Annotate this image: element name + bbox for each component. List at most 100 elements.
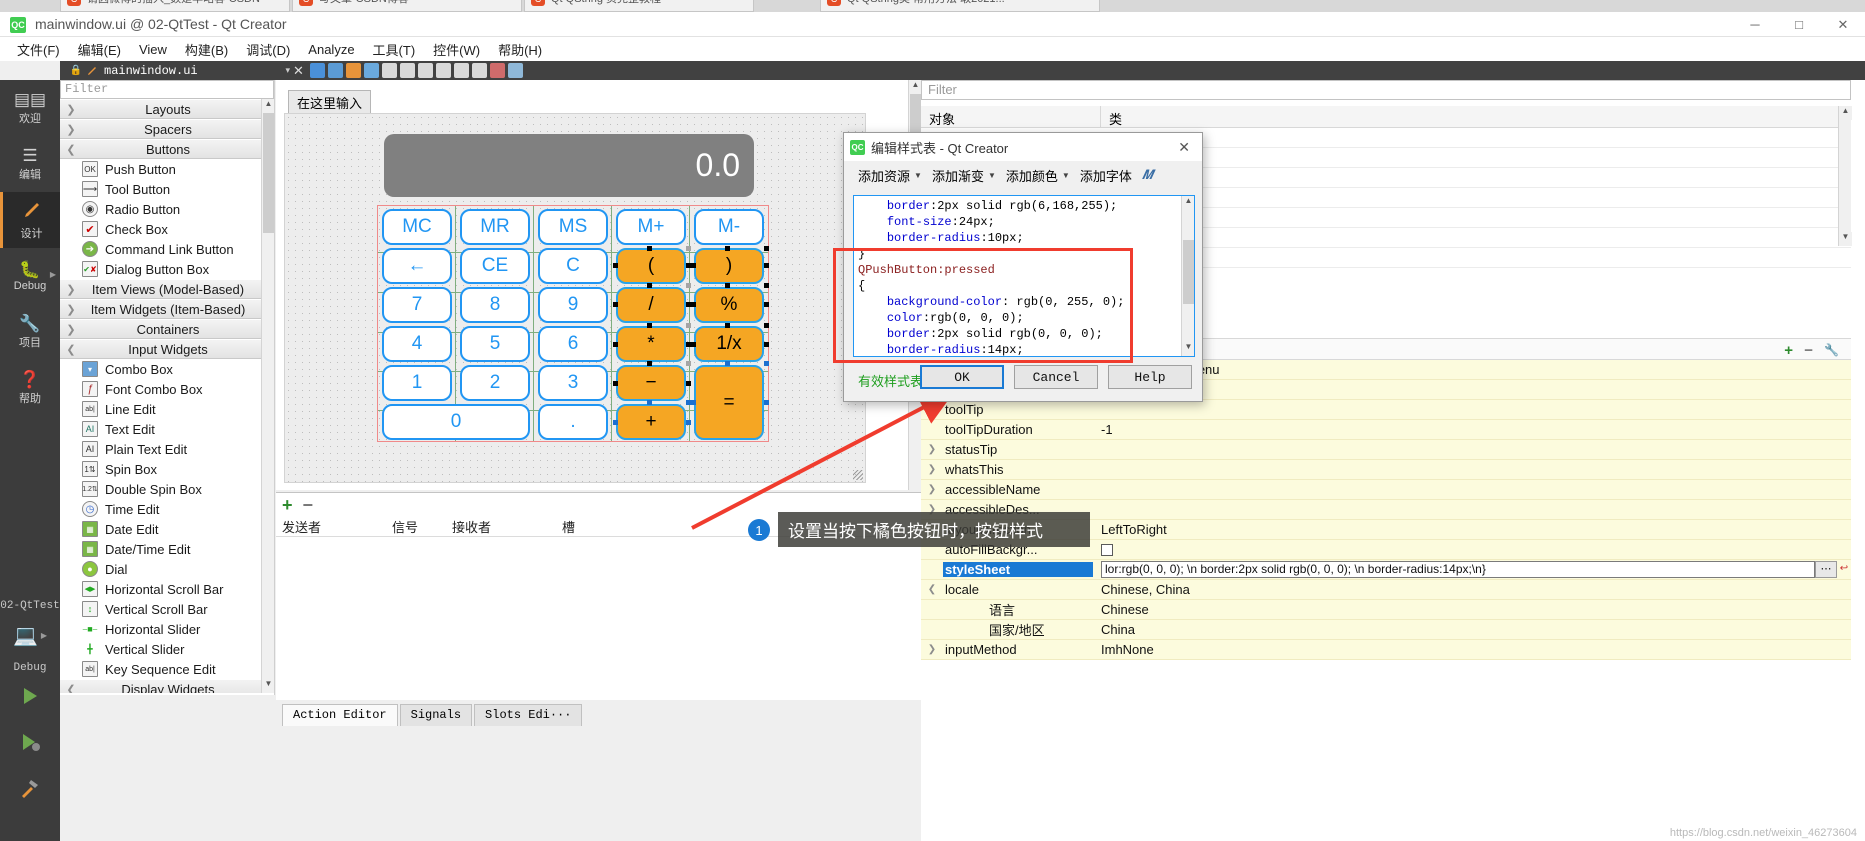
calc-button-lparen[interactable]: (: [616, 248, 686, 284]
widget-item-double-spin-box[interactable]: 1.2⇅ Double Spin Box: [60, 479, 274, 499]
object-inspector-filter-input[interactable]: Filter: [921, 80, 1851, 100]
calc-button-4[interactable]: 4: [382, 326, 452, 362]
widget-item-font-combo-box[interactable]: ƒ Font Combo Box: [60, 379, 274, 399]
stylesheet-value-input[interactable]: lor:rgb(0, 0, 0); \n border:2px solid rg…: [1101, 561, 1815, 578]
cancel-button[interactable]: Cancel: [1014, 365, 1098, 389]
calc-button-mr[interactable]: MR: [460, 209, 530, 245]
widget-item-dial[interactable]: ● Dial: [60, 559, 274, 579]
calc-button-mminus[interactable]: M-: [694, 209, 764, 245]
widget-item-date-edit[interactable]: ▦ Date Edit: [60, 519, 274, 539]
calc-button-rparen[interactable]: ): [694, 248, 764, 284]
ok-button[interactable]: OK: [920, 365, 1004, 389]
checkbox[interactable]: [1101, 544, 1113, 556]
calc-button-c[interactable]: C: [538, 248, 608, 284]
tab-action-editor[interactable]: Action Editor: [282, 704, 398, 726]
calc-button-6[interactable]: 6: [538, 326, 608, 362]
chevron-down-icon[interactable]: ▼: [988, 171, 996, 180]
close-icon[interactable]: ✕: [1172, 139, 1196, 156]
property-value[interactable]: ImhNone: [1093, 642, 1851, 657]
property-value[interactable]: [1093, 382, 1851, 397]
layout-splitter-h-icon[interactable]: [418, 63, 433, 78]
chevron-right-icon[interactable]: ❯: [60, 303, 82, 316]
widget-item-plain-text-edit[interactable]: AI Plain Text Edit: [60, 439, 274, 459]
menu-edit[interactable]: 编辑(E): [69, 37, 130, 62]
calc-button-plus[interactable]: +: [616, 404, 686, 440]
calc-button-3[interactable]: 3: [538, 365, 608, 401]
calc-button-reciprocal[interactable]: 1/x: [694, 326, 764, 362]
layout-form-icon[interactable]: [454, 63, 469, 78]
menu-view[interactable]: View: [130, 39, 176, 60]
edit-tab-order-icon[interactable]: [364, 63, 379, 78]
widget-item-command-link-button[interactable]: ➔ Command Link Button: [60, 239, 274, 259]
widget-group-layouts[interactable]: ❯ Layouts: [60, 99, 274, 119]
form-background[interactable]: 0.0 MC MR MS M+ M- ← CE C ( ) 7 8 9 / %: [284, 113, 866, 483]
widget-item-radio-button[interactable]: ◉ Radio Button: [60, 199, 274, 219]
property-value[interactable]: -1: [1093, 422, 1851, 437]
widget-item-dialog-button-box[interactable]: ✔ ✘ Dialog Button Box: [60, 259, 274, 279]
scrollbar-thumb[interactable]: [263, 113, 274, 233]
property-value[interactable]: LeftToRight: [1093, 522, 1851, 537]
chevron-right-icon[interactable]: ❯: [60, 323, 82, 336]
run-debug-button[interactable]: [0, 720, 60, 766]
calc-button-multiply[interactable]: *: [616, 326, 686, 362]
calculator-display[interactable]: 0.0: [384, 134, 754, 197]
code-editor-scrollbar[interactable]: ▲ ▼: [1181, 196, 1194, 356]
help-button[interactable]: Help: [1108, 365, 1192, 389]
sidebar-item-design[interactable]: 设计: [0, 192, 60, 248]
close-icon[interactable]: \u2715: [251, 0, 282, 3]
menu-file[interactable]: 文件(F): [8, 37, 69, 62]
chevron-down-icon[interactable]: ❮: [921, 584, 943, 595]
wrench-icon[interactable]: 🔧: [1824, 343, 1839, 357]
calc-button-divide[interactable]: /: [616, 287, 686, 323]
layout-horizontal-icon[interactable]: [382, 63, 397, 78]
layout-grid-icon[interactable]: [472, 63, 487, 78]
calc-button-ce[interactable]: CE: [460, 248, 530, 284]
remove-property-button[interactable]: −: [1804, 342, 1813, 359]
menu-analyze[interactable]: Analyze: [299, 39, 363, 60]
scrollbar-thumb[interactable]: [1183, 240, 1194, 304]
chevron-right-icon[interactable]: ❯: [921, 644, 943, 655]
property-value[interactable]: Chinese, China: [1093, 582, 1851, 597]
browser-tab[interactable]: C Qt QString类 常用方法 取2021...: [820, 0, 1100, 12]
menu-widgets[interactable]: 控件(W): [424, 37, 489, 62]
widget-item-horizontal-slider[interactable]: ⎯■⎯ Horizontal Slider: [60, 619, 274, 639]
property-row-statustip[interactable]: ❯ statusTip: [921, 440, 1851, 460]
widget-item-tool-button[interactable]: ⟶ Tool Button: [60, 179, 274, 199]
chevron-down-icon[interactable]: ▾: [285, 65, 290, 76]
stylesheet-dialog[interactable]: QC 编辑样式表 - Qt Creator ✕ 添加资源 ▼ 添加渐变 ▼ 添加…: [843, 132, 1203, 402]
run-button[interactable]: [0, 674, 60, 720]
chevron-right-icon[interactable]: ❯: [60, 103, 82, 116]
form-editor-canvas[interactable]: 在这里输入 0.0 MC MR MS M+ M- ← CE C ( ) 7 8 …: [276, 80, 922, 490]
scroll-down-icon[interactable]: ▼: [262, 679, 274, 693]
widget-item-date-time-edit[interactable]: ▦ Date/Time Edit: [60, 539, 274, 559]
calc-button-5[interactable]: 5: [460, 326, 530, 362]
chevron-right-icon[interactable]: ❯: [60, 123, 82, 136]
sidebar-item-projects[interactable]: 🔧 项目: [0, 304, 60, 360]
widget-item-line-edit[interactable]: ab| Line Edit: [60, 399, 274, 419]
widget-group-item-widgets[interactable]: ❯ Item Widgets (Item-Based): [60, 299, 274, 319]
sidebar-item-welcome[interactable]: ▤▤ 欢迎: [0, 80, 60, 136]
property-row-language[interactable]: 语言 Chinese: [921, 600, 1851, 620]
chevron-right-icon[interactable]: ❯: [921, 444, 943, 455]
widget-item-horizontal-scroll-bar[interactable]: ◀▶ Horizontal Scroll Bar: [60, 579, 274, 599]
widget-group-display-widgets[interactable]: ❮ Display Widgets: [60, 679, 274, 693]
widget-item-vertical-scroll-bar[interactable]: ↕ Vertical Scroll Bar: [60, 599, 274, 619]
close-button[interactable]: ✕: [1821, 12, 1865, 37]
widget-item-push-button[interactable]: OK Push Button: [60, 159, 274, 179]
property-value[interactable]: China: [1093, 622, 1851, 637]
property-value[interactable]: DefaultContextMenu: [1093, 362, 1851, 377]
chevron-down-icon[interactable]: ▼: [1062, 171, 1070, 180]
widget-group-input-widgets[interactable]: ❮ Input Widgets: [60, 339, 274, 359]
property-row-inputmethod[interactable]: ❯ inputMethod ImhNone: [921, 640, 1851, 660]
calc-button-mplus[interactable]: M+: [616, 209, 686, 245]
chevron-right-icon[interactable]: ▶: [41, 631, 47, 640]
property-row-country[interactable]: 国家/地区 China: [921, 620, 1851, 640]
widget-box-scrollbar[interactable]: ▲ ▼: [261, 99, 274, 693]
remove-connection-button[interactable]: −: [303, 496, 314, 514]
calc-button-percent[interactable]: %: [694, 287, 764, 323]
add-gradient-button[interactable]: 添加渐变 ▼: [928, 164, 1000, 187]
edit-buddies-icon[interactable]: [346, 63, 361, 78]
menu-build[interactable]: 构建(B): [176, 37, 237, 62]
edit-signals-icon[interactable]: [328, 63, 343, 78]
property-row-whatsthis[interactable]: ❯ whatsThis: [921, 460, 1851, 480]
